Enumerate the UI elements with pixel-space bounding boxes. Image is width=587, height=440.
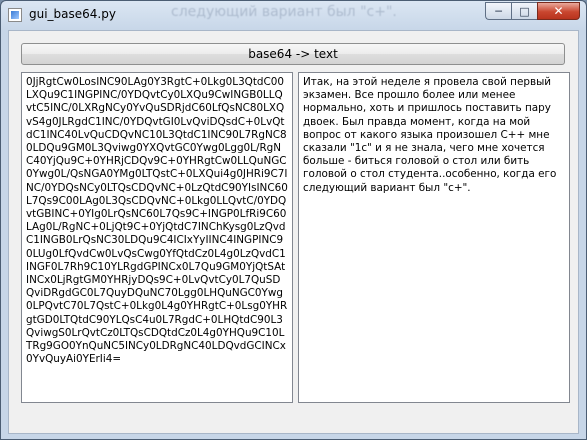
- window-title: gui_base64.py: [29, 7, 116, 21]
- background-caption: следующий вариант был "с+".: [171, 4, 397, 20]
- base64-input-textarea[interactable]: 0JjRgtCw0LosINC90LAg0Y3RgtC+0Lkg0L3QtdC0…: [21, 72, 293, 403]
- close-button[interactable]: ✕: [537, 2, 580, 20]
- main-panel: base64 -> text 0JjRgtCw0LosINC90LAg0Y3Rg…: [8, 30, 579, 434]
- maximize-button[interactable]: □: [511, 2, 537, 20]
- app-window: gui_base64.py следующий вариант был "с+"…: [0, 0, 587, 440]
- convert-button[interactable]: base64 -> text: [21, 43, 565, 65]
- maximize-icon: □: [519, 4, 530, 18]
- app-icon: [8, 8, 22, 22]
- status-bar: [9, 411, 578, 433]
- decoded-output-textarea[interactable]: Итак, на этой неделе я провела свой перв…: [298, 72, 570, 403]
- close-icon: ✕: [553, 4, 564, 18]
- window-controls: ─ □ ✕: [485, 2, 580, 20]
- minimize-icon: ─: [495, 4, 502, 18]
- minimize-button[interactable]: ─: [485, 2, 511, 20]
- title-bar[interactable]: gui_base64.py следующий вариант был "с+"…: [1, 1, 586, 31]
